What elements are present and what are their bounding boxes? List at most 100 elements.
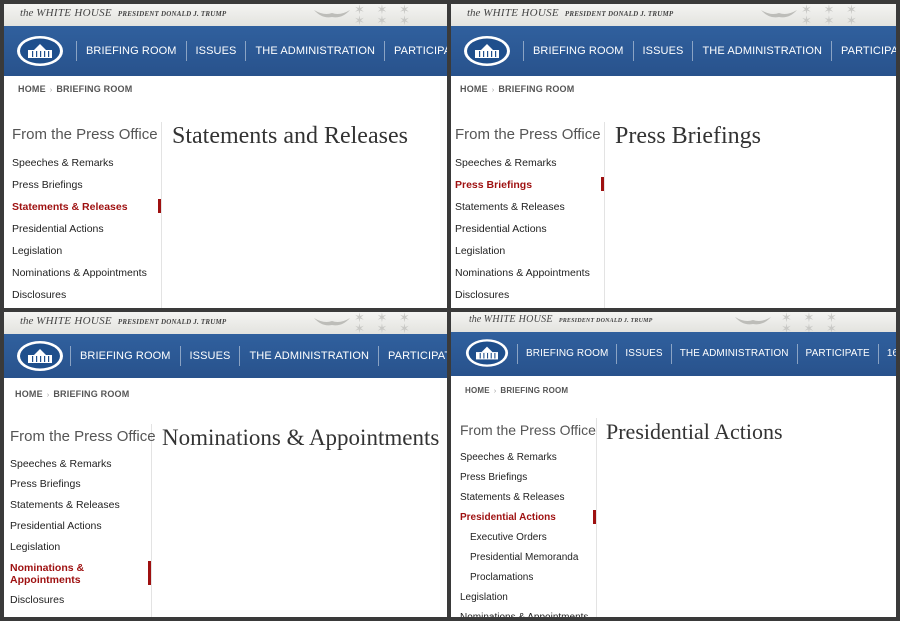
- brand-president: PRESIDENT DONALD J. TRUMP: [558, 318, 653, 324]
- main-nav: BRIEFING ROOM ISSUES THE ADMINISTRATION …: [4, 26, 447, 76]
- site-brand[interactable]: the WHITE HOUSE PRESIDENT DONALD J. TRUMP: [20, 315, 226, 327]
- sidebar-item-statements[interactable]: Statements & Releases: [12, 201, 128, 213]
- sidebar-item-disclosures[interactable]: Disclosures: [12, 289, 66, 301]
- sidebar-item-nominations-line1[interactable]: Nominations &: [10, 562, 84, 574]
- site-brand[interactable]: the WHITE HOUSE PRESIDENT DONALD J. TRUMP: [20, 7, 226, 19]
- nav-briefing-room[interactable]: BRIEFING ROOM: [517, 344, 616, 364]
- nav-issues[interactable]: ISSUES: [632, 41, 693, 61]
- white-house-logo-icon[interactable]: [465, 338, 509, 368]
- breadcrumb-home[interactable]: HOME: [460, 84, 488, 94]
- sidebar-item-disclosures[interactable]: Disclosures: [455, 289, 509, 301]
- sidebar-item-disclosures[interactable]: Disclosures: [10, 594, 64, 606]
- sidebar-item-speeches[interactable]: Speeches & Remarks: [455, 157, 557, 169]
- brand-name: WHITE HOUSE: [483, 314, 553, 325]
- sidebar-subitem-executive-orders[interactable]: Executive Orders: [470, 532, 547, 543]
- sidebar-item-nominations-line2[interactable]: Appointments: [10, 574, 81, 586]
- sidebar-item-nominations[interactable]: Nominations & Appointments: [460, 612, 588, 617]
- sidebar-item-legislation[interactable]: Legislation: [12, 245, 62, 257]
- nav-issues[interactable]: ISSUES: [185, 41, 246, 61]
- site-brand[interactable]: the WHITE HOUSE PRESIDENT DONALD J. TRUMP: [467, 7, 673, 19]
- nav-1600-penn[interactable]: 1600 PENN: [877, 344, 896, 364]
- active-indicator: [601, 177, 604, 191]
- nav-participate[interactable]: PARTICIPATE: [378, 346, 447, 366]
- breadcrumb: HOME › BRIEFING ROOM: [18, 84, 133, 94]
- eagle-icon: [314, 318, 350, 326]
- nav-participate[interactable]: PARTICIPATE: [384, 41, 447, 61]
- nav-administration[interactable]: THE ADMINISTRATION: [239, 346, 378, 366]
- sidebar-item-actions[interactable]: Presidential Actions: [455, 223, 547, 235]
- panel-briefings: the WHITE HOUSE PRESIDENT DONALD J. TRUMP…: [451, 4, 896, 308]
- nav-administration[interactable]: THE ADMINISTRATION: [245, 41, 384, 61]
- sidebar-item-actions[interactable]: Presidential Actions: [10, 520, 102, 532]
- sidebar-item-speeches[interactable]: Speeches & Remarks: [10, 458, 112, 470]
- sidebar-item-legislation[interactable]: Legislation: [10, 541, 60, 553]
- sidebar: From the Press Office Speeches & Remarks…: [451, 122, 605, 308]
- eagle-icon: [761, 10, 797, 18]
- sidebar-subitem-proclamations[interactable]: Proclamations: [470, 572, 533, 583]
- sidebar-item-legislation[interactable]: Legislation: [460, 592, 508, 603]
- sidebar-item-briefings[interactable]: Press Briefings: [455, 179, 532, 191]
- breadcrumb-home[interactable]: HOME: [18, 84, 46, 94]
- white-house-logo-icon[interactable]: [16, 340, 64, 372]
- eagle-icon: [735, 317, 771, 325]
- breadcrumb-briefing-room[interactable]: BRIEFING ROOM: [53, 389, 129, 399]
- stars-decoration: ✶ ✶ ✶ ✶ ✶ ✶: [354, 4, 414, 27]
- sidebar-title: From the Press Office: [460, 422, 596, 438]
- top-banner: the WHITE HOUSE PRESIDENT DONALD J. TRUMP…: [451, 4, 896, 27]
- page-title: Press Briefings: [615, 123, 761, 149]
- breadcrumb-briefing-room[interactable]: BRIEFING ROOM: [56, 84, 132, 94]
- breadcrumb-briefing-room[interactable]: BRIEFING ROOM: [498, 84, 574, 94]
- top-banner: the WHITE HOUSE PRESIDENT DONALD J. TRUMP…: [451, 312, 896, 333]
- brand-the: the: [20, 315, 34, 327]
- panel-presidential-actions: the WHITE HOUSE PRESIDENT DONALD J. TRUMP…: [451, 312, 896, 617]
- nav-briefing-room[interactable]: BRIEFING ROOM: [70, 346, 180, 366]
- stars-decoration: ✶ ✶ ✶ ✶ ✶ ✶: [781, 312, 841, 333]
- white-house-logo-icon[interactable]: [16, 35, 64, 67]
- sidebar-item-speeches[interactable]: Speeches & Remarks: [460, 452, 557, 463]
- sidebar-item-statements[interactable]: Statements & Releases: [10, 499, 120, 511]
- nav-participate[interactable]: PARTICIPATE: [796, 344, 878, 364]
- nav-participate[interactable]: PARTICIPATE: [831, 41, 896, 61]
- sidebar-item-actions[interactable]: Presidential Actions: [460, 512, 556, 523]
- sidebar-item-briefings[interactable]: Press Briefings: [10, 478, 81, 490]
- sidebar-item-statements[interactable]: Statements & Releases: [455, 201, 565, 213]
- nav-briefing-room[interactable]: BRIEFING ROOM: [76, 41, 186, 61]
- brand-name: WHITE HOUSE: [36, 315, 112, 327]
- page-title: Nominations & Appointments: [162, 425, 440, 450]
- sidebar-item-briefings[interactable]: Press Briefings: [12, 179, 83, 191]
- sidebar-title: From the Press Office: [455, 126, 601, 143]
- active-indicator: [148, 561, 151, 585]
- breadcrumb-briefing-room[interactable]: BRIEFING ROOM: [500, 386, 568, 395]
- brand-the: the: [467, 7, 481, 19]
- white-house-logo-icon[interactable]: [463, 35, 511, 67]
- main-nav: BRIEFING ROOM ISSUES THE ADMINISTRATION …: [451, 26, 896, 76]
- stars-decoration: ✶ ✶ ✶ ✶ ✶ ✶: [801, 4, 861, 27]
- sidebar-item-nominations[interactable]: Nominations & Appointments: [455, 267, 590, 279]
- sidebar-title: From the Press Office: [12, 126, 158, 143]
- sidebar-item-statements[interactable]: Statements & Releases: [460, 492, 565, 503]
- sidebar-item-speeches[interactable]: Speeches & Remarks: [12, 157, 114, 169]
- brand-president: PRESIDENT DONALD J. TRUMP: [117, 10, 227, 18]
- sidebar-title: From the Press Office: [10, 428, 156, 445]
- sidebar-subitem-memoranda[interactable]: Presidential Memoranda: [470, 552, 578, 563]
- sidebar-item-briefings[interactable]: Press Briefings: [460, 472, 527, 483]
- top-banner: the WHITE HOUSE PRESIDENT DONALD J. TRUMP…: [4, 312, 447, 335]
- nav-issues[interactable]: ISSUES: [616, 344, 670, 364]
- nav-issues[interactable]: ISSUES: [179, 346, 240, 366]
- sidebar-item-legislation[interactable]: Legislation: [455, 245, 505, 257]
- sidebar-item-actions[interactable]: Presidential Actions: [12, 223, 104, 235]
- nav-administration[interactable]: THE ADMINISTRATION: [692, 41, 831, 61]
- page-title: Statements and Releases: [172, 123, 408, 149]
- breadcrumb-home[interactable]: HOME: [465, 386, 490, 395]
- site-brand[interactable]: the WHITE HOUSE PRESIDENT DONALD J. TRUMP: [469, 314, 653, 325]
- page-title: Presidential Actions: [606, 419, 783, 444]
- brand-the: the: [20, 7, 34, 19]
- sidebar-item-nominations[interactable]: Nominations & Appointments: [12, 267, 147, 279]
- breadcrumb-home[interactable]: HOME: [15, 389, 43, 399]
- sidebar: From the Press Office Speeches & Remarks…: [4, 122, 162, 308]
- nav-briefing-room[interactable]: BRIEFING ROOM: [523, 41, 633, 61]
- brand-the: the: [469, 314, 482, 325]
- brand-president: PRESIDENT DONALD J. TRUMP: [117, 318, 227, 326]
- active-indicator: [158, 199, 161, 213]
- nav-administration[interactable]: THE ADMINISTRATION: [670, 344, 797, 364]
